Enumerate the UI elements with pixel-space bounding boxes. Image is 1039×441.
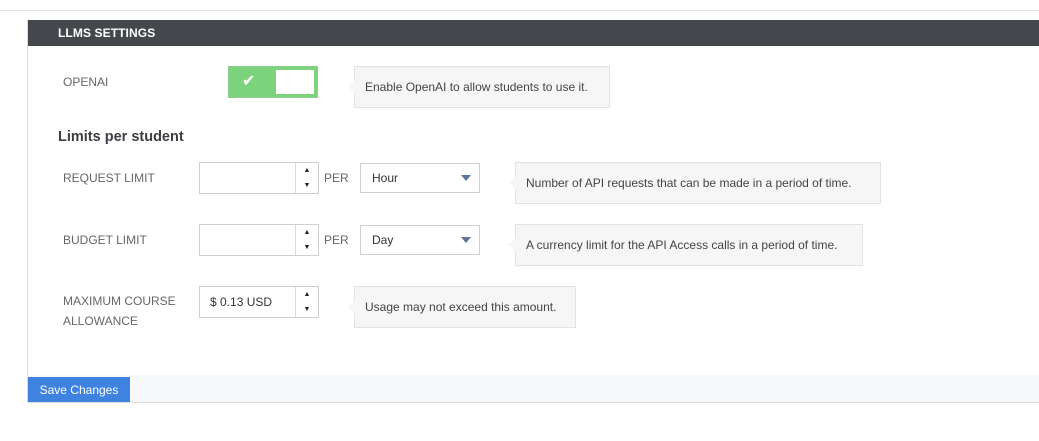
save-changes-button[interactable]: Save Changes [28, 377, 130, 402]
max-allowance-help: Usage may not exceed this amount. [348, 286, 576, 328]
request-limit-input[interactable] [200, 163, 295, 193]
caret-down-icon [461, 175, 471, 181]
request-limit-help: Number of API requests that can be made … [509, 162, 881, 204]
arrow-down-icon[interactable]: ▼ [296, 240, 318, 255]
budget-per-label: PER [324, 233, 349, 247]
budget-limit-input[interactable] [200, 225, 295, 255]
budget-limit-label: BUDGET LIMIT [63, 233, 147, 247]
arrow-down-icon[interactable]: ▼ [296, 302, 318, 317]
max-allowance-arrows: ▲ ▼ [295, 287, 318, 317]
budget-period-value: Day [372, 233, 394, 247]
openai-toggle[interactable]: ✔ [228, 66, 318, 98]
top-divider [0, 10, 1039, 11]
panel-title: LLMS SETTINGS [28, 20, 1039, 46]
arrow-up-icon[interactable]: ▲ [296, 163, 318, 178]
budget-period-select[interactable]: Day [360, 225, 480, 255]
caret-down-icon [461, 237, 471, 243]
toggle-knob [276, 70, 314, 94]
openai-help: Enable OpenAI to allow students to use i… [348, 66, 610, 108]
request-limit-stepper: ▲ ▼ [199, 162, 319, 194]
check-icon: ✔ [242, 73, 256, 90]
max-allowance-stepper: ▲ ▼ [199, 286, 319, 318]
request-limit-label: REQUEST LIMIT [63, 171, 155, 185]
request-limit-arrows: ▲ ▼ [295, 163, 318, 193]
budget-limit-help: A currency limit for the API Access call… [509, 224, 863, 266]
arrow-down-icon[interactable]: ▼ [296, 178, 318, 193]
request-per-label: PER [324, 171, 349, 185]
openai-label: OPENAI [63, 75, 109, 89]
arrow-up-icon[interactable]: ▲ [296, 287, 318, 302]
panel-footer: Save Changes [28, 375, 1039, 402]
request-period-value: Hour [372, 171, 399, 185]
llms-settings-panel: LLMS SETTINGS OPENAI ✔ Enable OpenAI to … [27, 20, 1039, 403]
budget-limit-arrows: ▲ ▼ [295, 225, 318, 255]
limits-heading: Limits per student [58, 129, 184, 145]
request-period-select[interactable]: Hour [360, 163, 480, 193]
max-allowance-input[interactable] [200, 287, 295, 317]
max-allowance-label-line2: ALLOWANCE [63, 314, 138, 328]
max-allowance-label-line1: MAXIMUM COURSE [63, 294, 176, 308]
budget-limit-stepper: ▲ ▼ [199, 224, 319, 256]
arrow-up-icon[interactable]: ▲ [296, 225, 318, 240]
